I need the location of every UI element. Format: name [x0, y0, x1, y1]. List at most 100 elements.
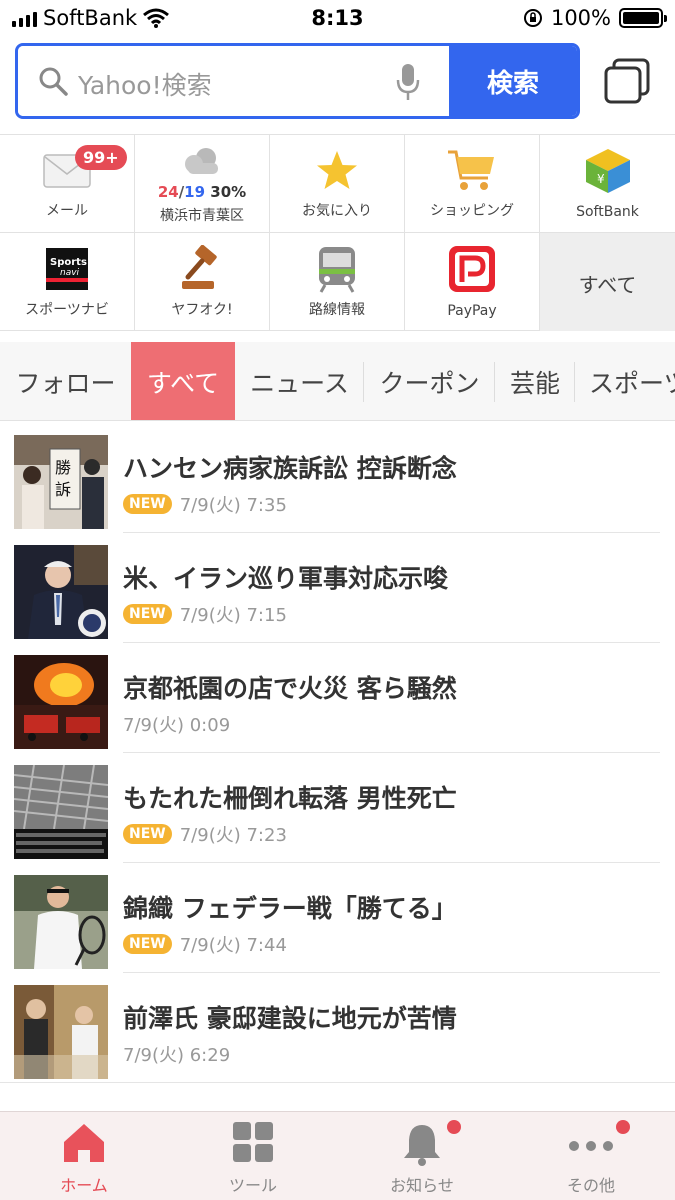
news-item[interactable]: 錦織 フェデラー戦「勝てる」 NEW 7/9(火) 7:44: [0, 863, 675, 973]
tab-entertainment-label: 芸能: [509, 368, 560, 398]
tool-shopping[interactable]: ショッピング: [405, 135, 540, 233]
tab-news[interactable]: ニュース: [235, 342, 364, 420]
news-title: 京都祇園の店で火災 客ら騒然: [123, 674, 457, 703]
bell-icon: [404, 1125, 440, 1166]
tab-follow-label: フォロー: [15, 368, 116, 398]
search-button[interactable]: 検索: [449, 46, 577, 116]
tool-favorites[interactable]: お気に入り: [270, 135, 405, 233]
nav-other-label: その他: [566, 1176, 615, 1195]
tool-auction-label: ヤフオク!: [171, 302, 233, 318]
tool-mail[interactable]: 99+ メール: [0, 135, 135, 233]
sportsnavi-logo-icon: Sports navi: [46, 248, 88, 290]
news-date: 7/9(火) 7:35: [179, 495, 287, 516]
news-title: 前澤氏 豪邸建設に地元が苦情: [123, 1004, 457, 1033]
tool-favorites-label: お気に入り: [302, 203, 372, 219]
battery-percent: 100%: [550, 6, 611, 30]
search-input[interactable]: Yahoo!検索: [18, 46, 449, 116]
news-date: 7/9(火) 7:15: [179, 605, 287, 626]
battery-icon: [619, 8, 667, 28]
svg-text:勝: 勝: [55, 458, 71, 477]
news-date: 7/9(火) 6:29: [123, 1045, 231, 1066]
notification-dot: [447, 1120, 461, 1134]
tool-transit[interactable]: 路線情報: [270, 233, 405, 331]
svg-text:navi: navi: [60, 268, 80, 278]
news-date: 7/9(火) 7:44: [179, 935, 287, 956]
softbank-cube-icon: ¥: [585, 149, 630, 193]
nav-tools[interactable]: ツール: [169, 1112, 337, 1200]
search-placeholder: Yahoo!検索: [78, 71, 212, 100]
tab-follow[interactable]: フォロー: [0, 342, 131, 420]
tool-mail-label: メール: [46, 203, 88, 219]
news-title: 米、イラン巡り軍事対応示唆: [123, 564, 449, 593]
tool-paypay-label: PayPay: [447, 303, 497, 319]
tab-news-label: ニュース: [250, 368, 349, 398]
tool-grid: 99+ メール 24/19 30% 横浜市青葉区 お気に入り ショッピング ¥ …: [0, 134, 675, 331]
weather-location: 横浜市青葉区: [160, 208, 244, 224]
svg-text:訴: 訴: [55, 480, 71, 499]
tool-softbank-label: SoftBank: [576, 204, 639, 220]
browser-tabs-icon[interactable]: [604, 58, 650, 104]
status-right: 100%: [523, 6, 667, 30]
tool-sportsnavi[interactable]: Sports navi スポーツナビ: [0, 233, 135, 331]
news-thumbnail: [14, 655, 108, 749]
news-title: もたれた柵倒れ転落 男性死亡: [123, 784, 457, 813]
tool-auction[interactable]: ヤフオク!: [135, 233, 270, 331]
new-badge: NEW: [123, 934, 172, 954]
notification-dot: [616, 1120, 630, 1134]
tab-coupon[interactable]: クーポン: [364, 342, 495, 420]
news-thumbnail: [14, 985, 108, 1079]
nav-tools-label: ツール: [228, 1176, 277, 1195]
news-meta: NEW 7/9(火) 7:23: [123, 821, 287, 847]
new-badge: NEW: [123, 494, 172, 514]
news-thumbnail: 勝 訴: [14, 435, 108, 529]
news-thumbnail: [14, 765, 108, 859]
bottom-navigation: ホーム ツール お知らせ その他: [0, 1111, 675, 1200]
new-badge: NEW: [123, 824, 172, 844]
nav-home[interactable]: ホーム: [0, 1112, 168, 1200]
news-meta: NEW 7/9(火) 7:35: [123, 491, 287, 517]
news-item[interactable]: 京都祇園の店で火災 客ら騒然 7/9(火) 0:09: [0, 643, 675, 753]
tab-entertainment[interactable]: 芸能: [495, 342, 575, 420]
more-dots-icon: [569, 1141, 613, 1151]
news-item[interactable]: 前澤氏 豪邸建設に地元が苦情 7/9(火) 6:29: [0, 973, 675, 1083]
tool-sportsnavi-label: スポーツナビ: [25, 302, 109, 318]
rotation-lock-icon: [523, 9, 542, 27]
star-icon: [317, 151, 357, 189]
news-date: 7/9(火) 0:09: [123, 715, 231, 736]
tool-softbank[interactable]: ¥ SoftBank: [540, 135, 675, 233]
tab-sports-label: スポーツ: [589, 368, 675, 398]
microphone-icon[interactable]: [395, 62, 421, 102]
news-item[interactable]: 勝 訴 ハンセン病家族訴訟 控訴断念 NEW 7/9(火) 7:35: [0, 423, 675, 533]
new-badge: NEW: [123, 604, 172, 624]
tab-all[interactable]: すべて: [131, 342, 235, 420]
status-bar: SoftBank 8:13 100%: [0, 0, 675, 38]
tool-shopping-label: ショッピング: [430, 203, 514, 219]
tool-all[interactable]: すべて: [540, 233, 675, 331]
weather-temps: 24/19 30%: [135, 183, 269, 201]
tool-weather[interactable]: 24/19 30% 横浜市青葉区: [135, 135, 270, 233]
news-item[interactable]: 米、イラン巡り軍事対応示唆 NEW 7/9(火) 7:15: [0, 533, 675, 643]
train-icon: [319, 247, 355, 293]
news-item[interactable]: もたれた柵倒れ転落 男性死亡 NEW 7/9(火) 7:23: [0, 753, 675, 863]
category-tabs: フォロー すべて ニュース クーポン 芸能 スポーツ: [0, 342, 675, 421]
nav-notifications-label: お知らせ: [390, 1176, 454, 1195]
home-icon: [64, 1124, 104, 1162]
svg-text:Sports: Sports: [50, 257, 87, 268]
news-meta: 7/9(火) 0:09: [123, 711, 230, 737]
yahoo-app-home: SoftBank 8:13 100% Yahoo!検索 検索 99+ メール 2…: [0, 0, 675, 1200]
news-title: ハンセン病家族訴訟 控訴断念: [123, 454, 457, 483]
weather-high: 24: [157, 183, 179, 201]
mail-badge: 99+: [75, 145, 127, 170]
weather-low: 19: [184, 183, 206, 201]
tab-all-label: すべて: [146, 368, 220, 398]
nav-other[interactable]: その他: [507, 1112, 675, 1200]
tool-all-label: すべて: [578, 273, 637, 297]
svg-text:¥: ¥: [597, 172, 605, 186]
nav-notifications[interactable]: お知らせ: [338, 1112, 506, 1200]
cloud-icon: [185, 148, 218, 174]
grid-icon: [233, 1122, 273, 1162]
tool-paypay[interactable]: PayPay: [405, 233, 540, 331]
tab-sports[interactable]: スポーツ: [575, 342, 675, 420]
news-meta: NEW 7/9(火) 7:15: [123, 601, 287, 627]
news-meta: NEW 7/9(火) 7:44: [123, 931, 287, 957]
